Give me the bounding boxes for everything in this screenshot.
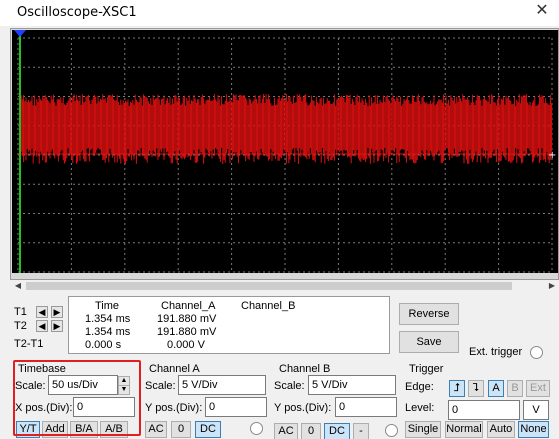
channel-b-ac-button[interactable]: AC xyxy=(274,423,298,439)
trigger-edge-a-button[interactable]: A xyxy=(488,380,504,397)
ext-trigger-label: Ext. trigger xyxy=(469,346,523,358)
cursor-t1-label: T1 xyxy=(14,306,27,318)
arrow-right-icon[interactable]: ▶ xyxy=(51,320,63,332)
readout-t2-channel-a: 191.880 mV xyxy=(157,326,217,338)
falling-edge-icon[interactable]: ⮧ xyxy=(468,380,484,397)
channel-b-ypos-input[interactable]: 0 xyxy=(335,397,397,417)
cursor-marker-icon xyxy=(14,30,26,37)
readout-t1-time: 1.354 ms xyxy=(85,313,131,325)
readout-diff-channel-a: 0.000 V xyxy=(167,339,205,351)
trigger-edge-ext-button[interactable]: Ext xyxy=(526,380,550,397)
ext-trigger-radio[interactable] xyxy=(530,346,543,359)
scroll-left-icon[interactable]: ◀ xyxy=(12,280,24,292)
cursor-diff-label: T2-T1 xyxy=(14,338,44,350)
trigger-none-button[interactable]: None xyxy=(518,421,549,438)
readout-header-channel-b: Channel_B xyxy=(241,300,296,312)
arrow-right-icon[interactable]: ▶ xyxy=(51,306,63,318)
oscilloscope-screen: + xyxy=(12,30,558,273)
trigger-level-input[interactable]: 0 xyxy=(448,400,520,420)
rising-edge-icon[interactable]: ⮥ xyxy=(449,380,465,397)
trigger-edge-label: Edge: xyxy=(405,381,434,393)
channel-a-zero-button[interactable]: 0 xyxy=(171,421,191,438)
cursor-t2-row: T2 ◀ ▶ xyxy=(14,320,74,334)
readout-header-channel-a: Channel_A xyxy=(161,300,216,312)
channel-b-title: Channel B xyxy=(279,363,331,375)
save-button[interactable]: Save xyxy=(399,331,459,353)
trigger-single-button[interactable]: Single xyxy=(405,421,441,438)
arrow-left-icon[interactable]: ◀ xyxy=(36,306,48,318)
scope-graph: + xyxy=(14,30,556,273)
trigger-level-label: Level: xyxy=(405,402,435,414)
trigger-title: Trigger xyxy=(409,363,444,375)
trigger-level-unit[interactable]: V xyxy=(523,400,549,420)
reverse-button[interactable]: Reverse xyxy=(399,303,459,325)
channel-b-scale-input[interactable]: 5 V/Div xyxy=(308,375,396,395)
channel-b-radio[interactable] xyxy=(385,424,398,437)
channel-a-ypos-input[interactable]: 0 xyxy=(205,397,267,417)
channel-a-scale-input[interactable]: 5 V/Div xyxy=(178,375,266,395)
measurement-readout: Time Channel_A Channel_B 1.354 ms 191.88… xyxy=(68,296,390,354)
readout-t2-time: 1.354 ms xyxy=(85,326,131,338)
trigger-edge-b-button[interactable]: B xyxy=(507,380,523,397)
channel-a-scale-label: Scale: xyxy=(145,380,176,392)
cursor-diff-row: T2-T1 xyxy=(14,338,74,352)
cursor-t2-label: T2 xyxy=(14,320,27,332)
scroll-right-icon[interactable]: ▶ xyxy=(546,280,558,292)
channel-b-ypos-label: Y pos.(Div): xyxy=(274,402,332,414)
channel-b-minus-button[interactable]: - xyxy=(353,423,369,439)
channel-a-radio[interactable] xyxy=(250,422,263,435)
timebase-highlight xyxy=(13,360,141,436)
channel-a-ac-button[interactable]: AC xyxy=(145,421,167,438)
window-title: Oscilloscope-XSC1 xyxy=(17,5,137,20)
channel-b-zero-button[interactable]: 0 xyxy=(301,423,321,439)
trigger-normal-button[interactable]: Normal xyxy=(445,421,483,438)
ground-marker-icon: + xyxy=(548,150,556,161)
trigger-auto-button[interactable]: Auto xyxy=(487,421,515,438)
channel-a-dc-button[interactable]: DC xyxy=(195,421,221,438)
readout-t1-channel-a: 191.880 mV xyxy=(157,313,217,325)
scrollbar-thumb[interactable] xyxy=(26,282,512,290)
channel-a-title: Channel A xyxy=(149,363,200,375)
close-icon[interactable]: ✕ xyxy=(533,2,551,20)
channel-a-ypos-label: Y pos.(Div): xyxy=(145,402,203,414)
arrow-left-icon[interactable]: ◀ xyxy=(36,320,48,332)
channel-b-dc-button[interactable]: DC xyxy=(324,423,350,439)
readout-diff-time: 0.000 s xyxy=(85,339,122,351)
cursor-t1-row: T1 ◀ ▶ xyxy=(14,306,74,320)
horizontal-scrollbar[interactable]: ◀ ▶ xyxy=(12,280,558,292)
title-bar: Oscilloscope-XSC1 ✕ xyxy=(0,0,559,26)
channel-b-scale-label: Scale: xyxy=(274,380,305,392)
readout-header-time: Time xyxy=(95,300,120,312)
